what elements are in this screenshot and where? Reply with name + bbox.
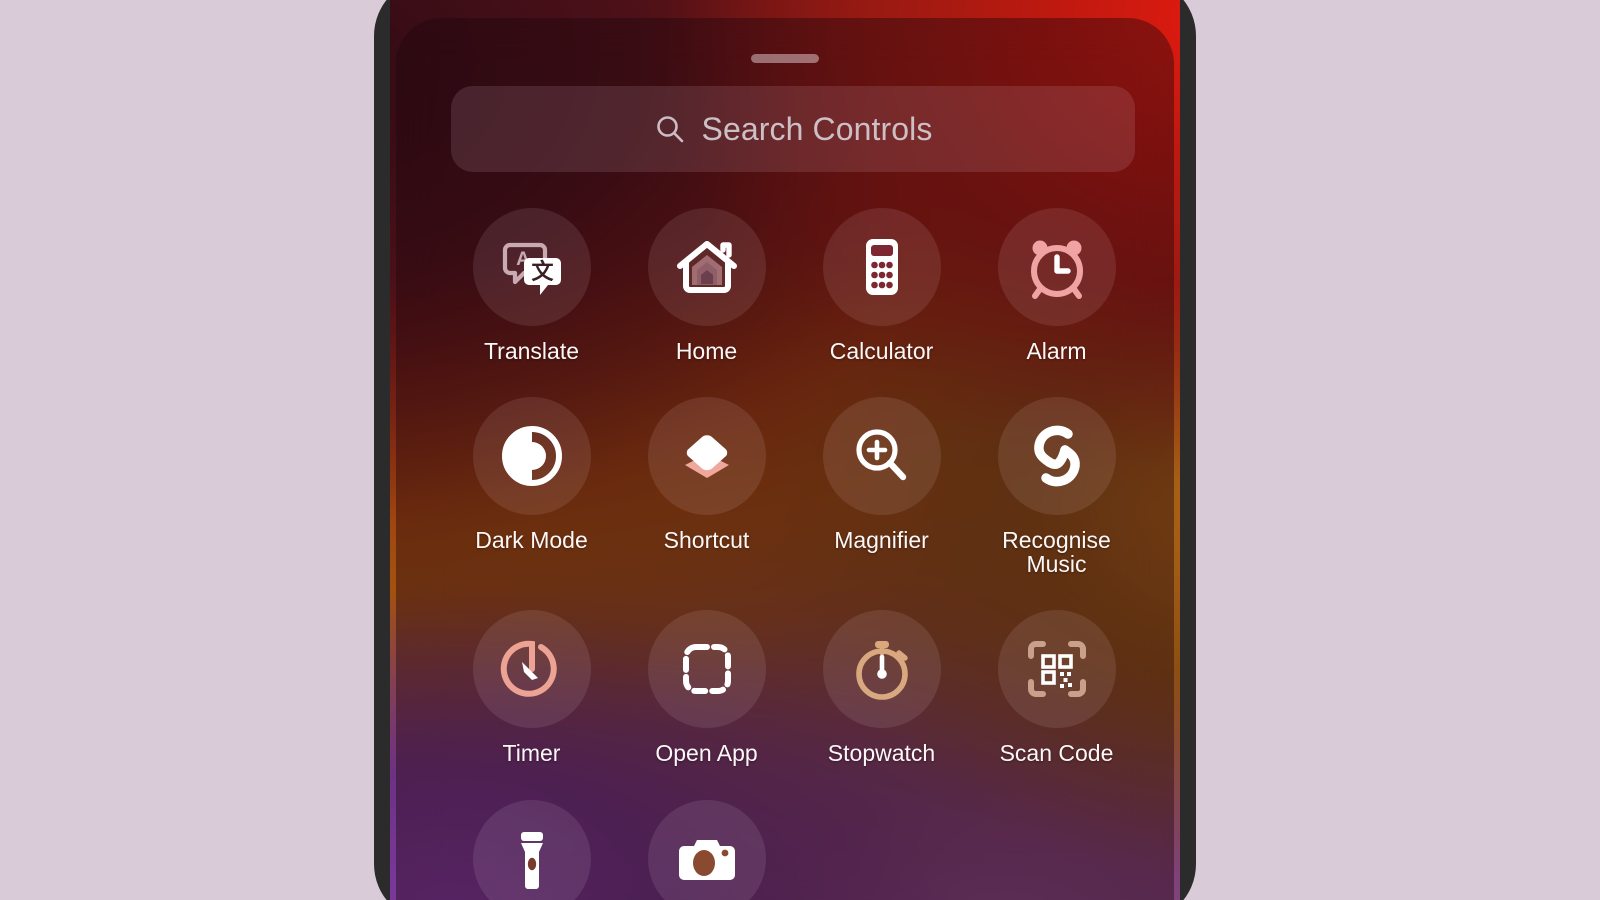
dark-mode-icon xyxy=(501,426,562,487)
tile-label: Scan Code xyxy=(999,740,1114,767)
tile-icon-backdrop xyxy=(647,610,766,729)
search-icon xyxy=(656,116,683,143)
drag-handle[interactable] xyxy=(751,54,819,63)
tile-label: Alarm xyxy=(1026,338,1087,364)
control-tile-recognise-music[interactable]: Recognise Music xyxy=(969,397,1144,576)
tile-icon-backdrop xyxy=(472,397,591,516)
tile-icon-backdrop: A 文 xyxy=(472,208,591,326)
control-tile-calculator[interactable]: Calculator xyxy=(794,208,969,363)
control-tile-camera[interactable] xyxy=(619,799,794,900)
shortcut-layers-icon xyxy=(684,435,729,479)
phone-screen: Search Controls A 文 Translate Home Calcu… xyxy=(390,0,1180,900)
home-icon xyxy=(676,241,737,293)
stopwatch-icon xyxy=(855,641,908,701)
control-tile-dark-mode[interactable]: Dark Mode xyxy=(444,397,619,576)
controls-grid: A 文 Translate Home Calculator Alarm Dark… xyxy=(444,208,1144,900)
tile-icon-backdrop xyxy=(822,208,941,326)
calculator-icon xyxy=(865,239,898,295)
tile-icon-backdrop xyxy=(647,799,766,900)
tile-label: Stopwatch xyxy=(827,740,936,767)
svg-text:文: 文 xyxy=(531,259,554,285)
camera-icon xyxy=(678,839,735,880)
flashlight-icon xyxy=(520,831,543,889)
shazam-icon xyxy=(1033,425,1080,487)
control-tile-shortcut[interactable]: Shortcut xyxy=(619,397,794,576)
tile-label: Open App xyxy=(655,740,758,767)
tile-icon-backdrop xyxy=(472,799,591,900)
alarm-clock-icon xyxy=(1030,240,1083,299)
control-tile-home[interactable]: Home xyxy=(619,208,794,363)
tile-label: Magnifier xyxy=(834,527,929,554)
tile-label: Timer xyxy=(502,740,561,767)
tile-label: Recognise Music xyxy=(1002,527,1111,578)
screenshot-stage: Search Controls A 文 Translate Home Calcu… xyxy=(0,0,1600,900)
tile-icon-backdrop xyxy=(997,610,1116,729)
tile-icon-backdrop xyxy=(647,397,766,516)
control-tile-alarm[interactable]: Alarm xyxy=(969,208,1144,363)
tile-icon-backdrop xyxy=(997,208,1116,326)
control-tile-stopwatch[interactable]: Stopwatch xyxy=(794,610,969,767)
tile-label: Dark Mode xyxy=(475,527,588,554)
search-placeholder: Search Controls xyxy=(701,110,933,147)
open-app-dashed-icon xyxy=(682,644,731,695)
control-tile-timer[interactable]: Timer xyxy=(444,610,619,767)
control-tile-translate[interactable]: A 文 Translate xyxy=(444,208,619,363)
tile-icon-backdrop xyxy=(997,397,1116,516)
timer-icon xyxy=(500,641,557,698)
scan-qr-code-icon xyxy=(1027,641,1086,698)
search-input[interactable]: Search Controls xyxy=(451,86,1135,172)
tile-icon-backdrop xyxy=(822,397,941,516)
tile-label: Shortcut xyxy=(663,527,750,554)
tile-icon-backdrop xyxy=(647,208,766,326)
control-tile-scan-code[interactable]: Scan Code xyxy=(969,610,1144,767)
translate-icon: A 文 xyxy=(502,242,561,295)
control-center-panel: Search Controls A 文 Translate Home Calcu… xyxy=(396,18,1174,900)
tile-label: Translate xyxy=(483,338,580,364)
tile-icon-backdrop xyxy=(822,610,941,729)
tile-icon-backdrop xyxy=(472,610,591,729)
control-tile-flashlight[interactable] xyxy=(444,799,619,900)
tile-label: Calculator xyxy=(829,338,934,364)
control-tile-open-app[interactable]: Open App xyxy=(619,610,794,767)
control-tile-magnifier[interactable]: Magnifier xyxy=(794,397,969,576)
tile-label: Home xyxy=(675,338,738,364)
magnifier-plus-icon xyxy=(855,429,906,481)
